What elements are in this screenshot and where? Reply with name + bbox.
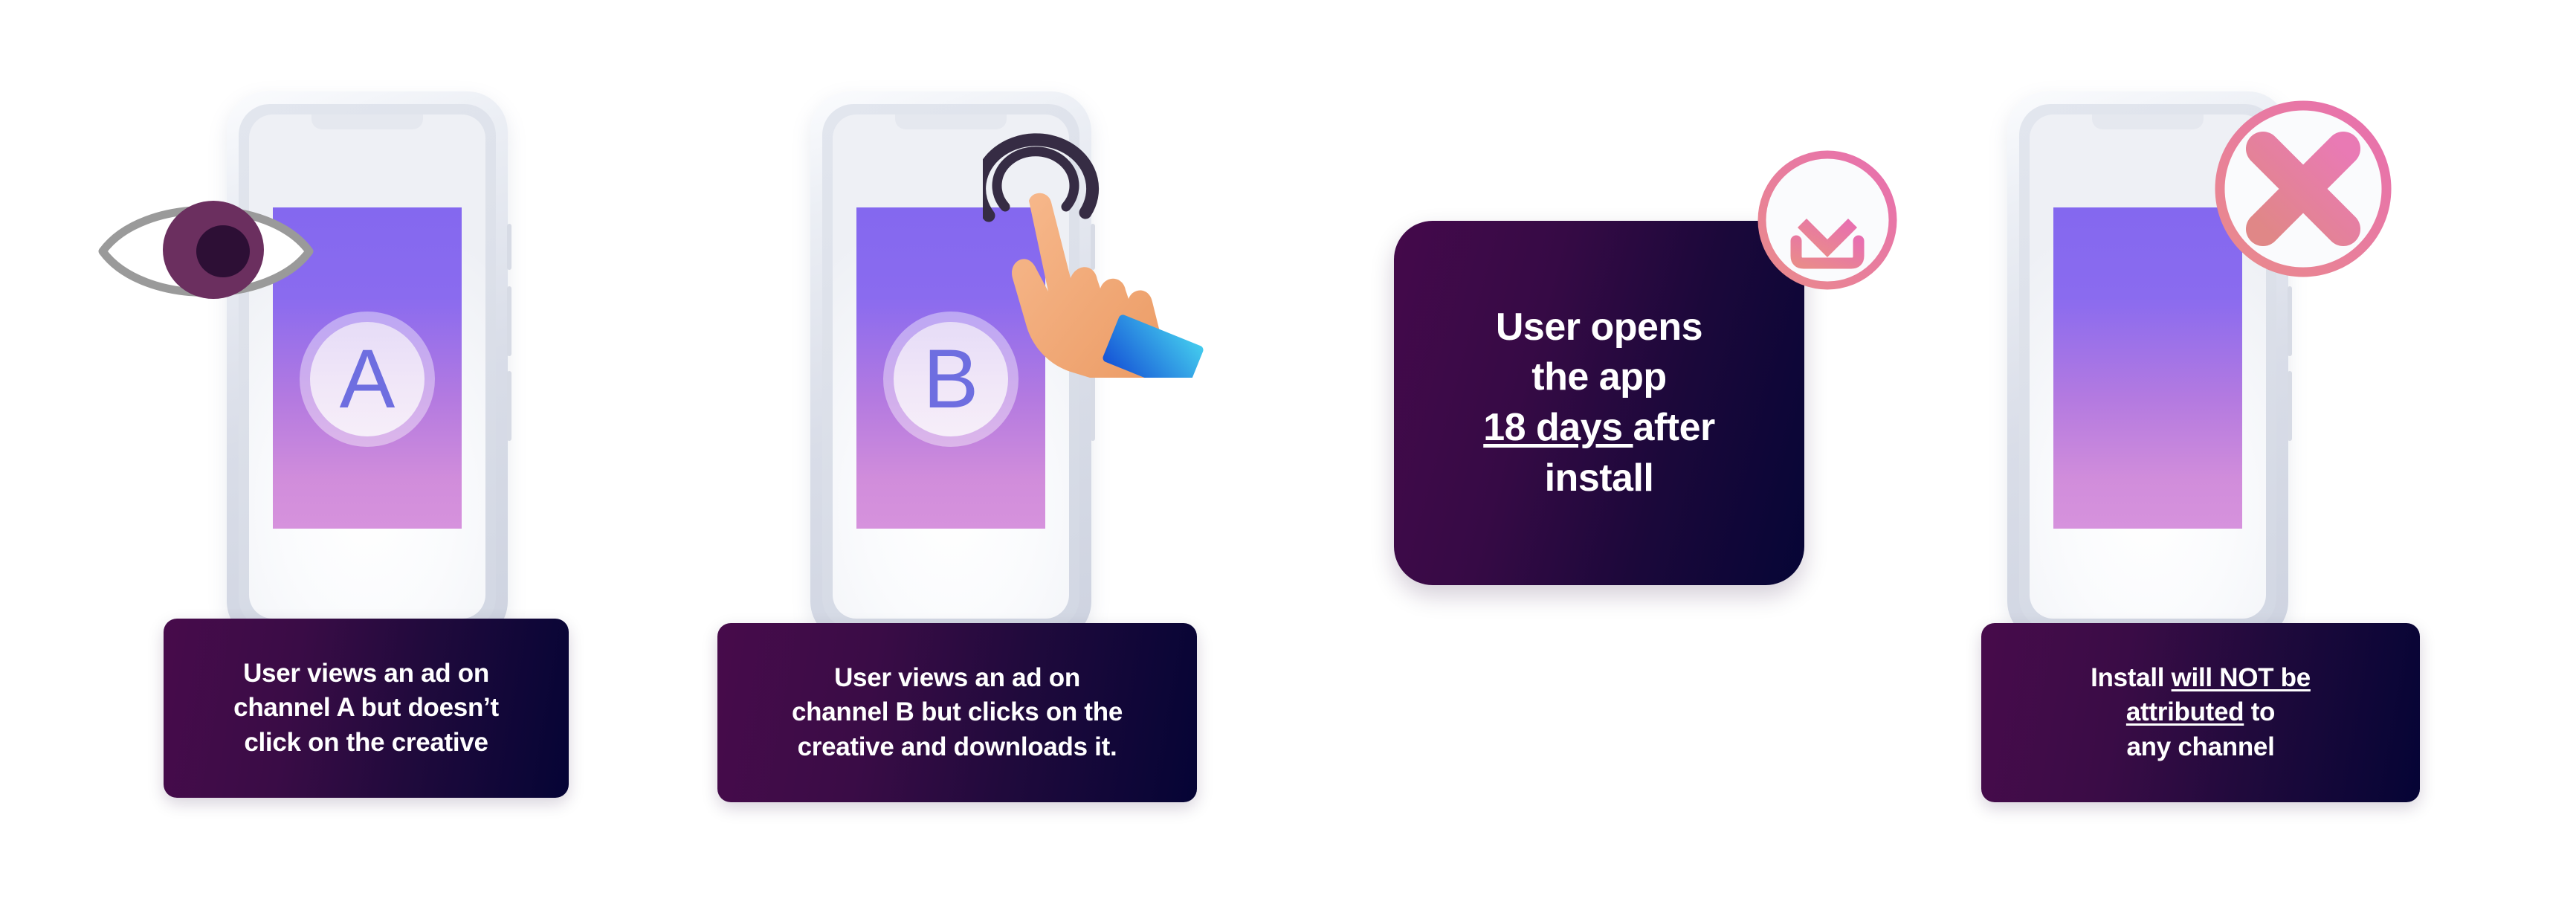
x-circle-icon xyxy=(2215,100,2392,277)
caption-1-line-2: channel A but doesn’t xyxy=(233,693,499,723)
connector-2 xyxy=(1137,456,1398,465)
connector-1 xyxy=(520,456,818,465)
caption-card-2: User views an ad on channel B but clicks… xyxy=(717,623,1197,802)
caption-text-2: User views an ad on channel B but clicks… xyxy=(775,661,1139,764)
caption-text-1: User views an ad on channel A but doesn’… xyxy=(217,657,515,760)
caption-2-line-2: channel B but clicks on the xyxy=(791,697,1123,727)
caption-2-line-3: creative and downloads it. xyxy=(797,732,1117,761)
phone-volume-down-button[interactable] xyxy=(507,286,511,356)
center-line-4: install xyxy=(1544,456,1654,500)
caption-3-line-1: Install will NOT be xyxy=(2091,663,2311,693)
caption-2-line-1: User views an ad on xyxy=(834,663,1080,693)
phone-notch xyxy=(311,115,423,129)
center-line-2: the app xyxy=(1531,355,1667,399)
infographic-canvas: A B User opens the app 18 days after ins… xyxy=(0,0,2576,916)
phone-notch xyxy=(895,115,1007,129)
caption-card-3: Install will NOT be attributed to any ch… xyxy=(1981,623,2420,802)
caption-3-line-2: attributed to xyxy=(2125,697,2276,727)
pointing-hand-tap-icon xyxy=(983,133,1204,378)
ad-letter-badge-inner: A xyxy=(310,322,425,436)
phone-power-button[interactable] xyxy=(2288,371,2292,441)
center-line-3: 18 days after xyxy=(1483,406,1715,449)
caption-text-3: Install will NOT be attributed to any ch… xyxy=(2074,661,2327,764)
phone-volume-up-button[interactable] xyxy=(507,224,511,270)
ad-letter-label: B xyxy=(923,332,979,425)
phone-mockup-a: A xyxy=(227,91,511,642)
center-card-text: User opens the app 18 days after install xyxy=(1464,303,1734,503)
center-info-card: User opens the app 18 days after install xyxy=(1394,221,1804,585)
phone-power-button[interactable] xyxy=(507,371,511,441)
connector-3 xyxy=(1803,456,2041,465)
caption-1-line-3: click on the creative xyxy=(244,727,488,757)
center-line-1: User opens xyxy=(1495,305,1703,349)
download-icon xyxy=(1757,150,1897,290)
ad-letter-badge: A xyxy=(300,312,435,447)
caption-3-line-3: any channel xyxy=(2126,732,2275,761)
caption-card-1: User views an ad on channel A but doesn’… xyxy=(164,619,569,798)
phone-notch xyxy=(2092,115,2204,129)
phone-power-button[interactable] xyxy=(1091,371,1095,441)
phone-volume-down-button[interactable] xyxy=(2288,286,2292,356)
ad-letter-label: A xyxy=(339,332,396,425)
caption-1-line-1: User views an ad on xyxy=(243,659,489,688)
eye-icon xyxy=(98,201,314,299)
